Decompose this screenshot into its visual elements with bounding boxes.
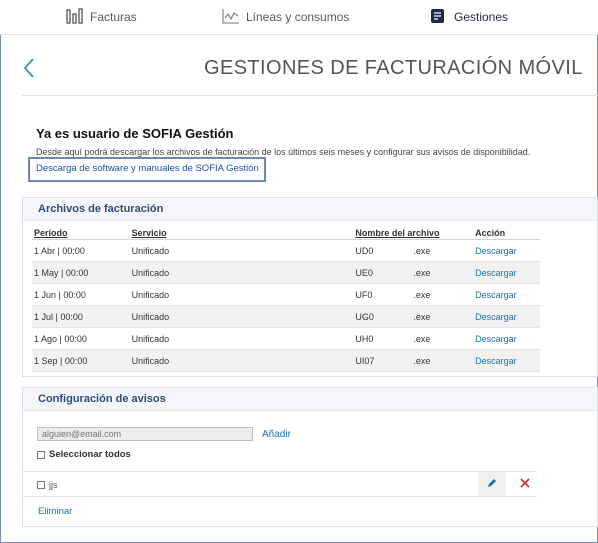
cell-archivo: UH0 .exe: [355, 327, 476, 350]
bar-chart-icon: [66, 7, 84, 27]
select-all-label: Seleccionar todos: [49, 449, 131, 460]
add-email-link[interactable]: Añadir: [262, 429, 291, 440]
tab-lineas-consumos[interactable]: Líneas y consumos: [222, 0, 349, 34]
line-chart-icon: [222, 8, 240, 27]
table-row: 1 Ago | 00:00 Unificado UH0 .exe Descarga…: [32, 327, 540, 350]
delete-selected-link[interactable]: Eliminar: [38, 506, 72, 517]
select-all-checkbox[interactable]: [37, 450, 45, 459]
document-edit-icon: [430, 8, 446, 27]
table-row: 1 Jul | 00:00 Unificado UG0 .exe Descarga…: [32, 305, 540, 328]
cell-servicio: Unificado: [131, 283, 356, 306]
billing-files-panel: Archivos de facturación Período Servicio…: [22, 197, 598, 377]
cell-periodo: 1 Sep | 00:00: [32, 349, 132, 372]
alerts-config-panel: Configuración de avisos Añadir Seleccion…: [22, 387, 598, 527]
edit-button[interactable]: [478, 472, 506, 496]
cell-servicio: Unificado: [131, 239, 356, 262]
cell-archivo: UD0 .exe: [355, 239, 476, 262]
cell-servicio: Unificado: [131, 349, 356, 372]
table-row: 1 Abr | 00:00 Unificado UD0 .exe Descarga…: [32, 239, 540, 262]
table-row: 1 May | 00:00 Unificado UE0 .exe Descarga…: [32, 261, 540, 284]
back-button[interactable]: [22, 57, 40, 79]
download-link[interactable]: Descargar: [475, 312, 517, 322]
tab-gestiones[interactable]: Gestiones: [430, 0, 508, 34]
cell-archivo: UG0 .exe: [355, 305, 476, 328]
billing-files-title: Archivos de facturación: [23, 198, 597, 221]
table-row: 1 Sep | 00:00 Unificado UI07 .exe Descarg…: [32, 349, 540, 372]
list-item: jjs: [23, 471, 537, 497]
page-title: GESTIONES DE FACTURACIÓN MÓVIL: [204, 57, 583, 79]
cell-periodo: 1 Abr | 00:00: [32, 239, 132, 262]
table-row: 1 Jun | 00:00 Unificado UF0 .exe Descarga…: [32, 283, 540, 306]
download-link[interactable]: Descargar: [475, 356, 517, 366]
col-periodo-header[interactable]: Período: [32, 226, 132, 240]
select-all[interactable]: Seleccionar todos: [37, 449, 131, 460]
table-header-row: Período Servicio Nombre del archivo Acci…: [32, 226, 540, 240]
tab-facturas-label: Facturas: [90, 10, 137, 24]
intro-description: Desde aquí podrá descargar los archivos …: [36, 147, 531, 157]
download-link[interactable]: Descargar: [475, 268, 517, 278]
cell-periodo: 1 Ago | 00:00: [32, 327, 132, 350]
tab-gestiones-label: Gestiones: [454, 10, 509, 24]
cell-servicio: Unificado: [131, 261, 356, 284]
top-nav: Facturas Líneas y consumos Gestiones: [0, 0, 598, 35]
col-archivo-header[interactable]: Nombre del archivo: [355, 226, 476, 240]
email-input[interactable]: [37, 427, 253, 441]
download-link[interactable]: Descargar: [475, 246, 517, 256]
tab-lineas-label: Líneas y consumos: [246, 10, 350, 24]
cell-periodo: 1 Jun | 00:00: [32, 283, 132, 306]
billing-files-table: Período Servicio Nombre del archivo Acci…: [32, 226, 540, 372]
alerts-config-title: Configuración de avisos: [23, 388, 597, 411]
cell-archivo: UI07 .exe: [355, 349, 476, 372]
download-link[interactable]: Descargar: [475, 334, 517, 344]
software-manuals-link[interactable]: Descarga de software y manuales de SOFIA…: [36, 163, 259, 174]
chevron-left-icon: [22, 58, 36, 83]
cell-servicio: Unificado: [131, 327, 356, 350]
cell-periodo: 1 May | 00:00: [32, 261, 132, 284]
item-label: jjs: [49, 480, 58, 490]
close-icon: [520, 475, 530, 493]
cell-servicio: Unificado: [131, 305, 356, 328]
col-servicio-header[interactable]: Servicio: [131, 226, 356, 240]
item-checkbox[interactable]: [37, 481, 45, 489]
cell-periodo: 1 Jul | 00:00: [32, 305, 132, 328]
delete-button[interactable]: [513, 472, 537, 496]
header-divider: [22, 95, 598, 96]
cell-archivo: UF0 .exe: [355, 283, 476, 306]
col-accion-header: Acción: [475, 226, 540, 240]
intro-title: Ya es usuario de SOFIA Gestión: [36, 126, 234, 141]
pencil-icon: [487, 475, 497, 493]
cell-archivo: UE0 .exe: [355, 261, 476, 284]
download-link[interactable]: Descargar: [475, 290, 517, 300]
tab-facturas[interactable]: Facturas: [66, 0, 137, 34]
